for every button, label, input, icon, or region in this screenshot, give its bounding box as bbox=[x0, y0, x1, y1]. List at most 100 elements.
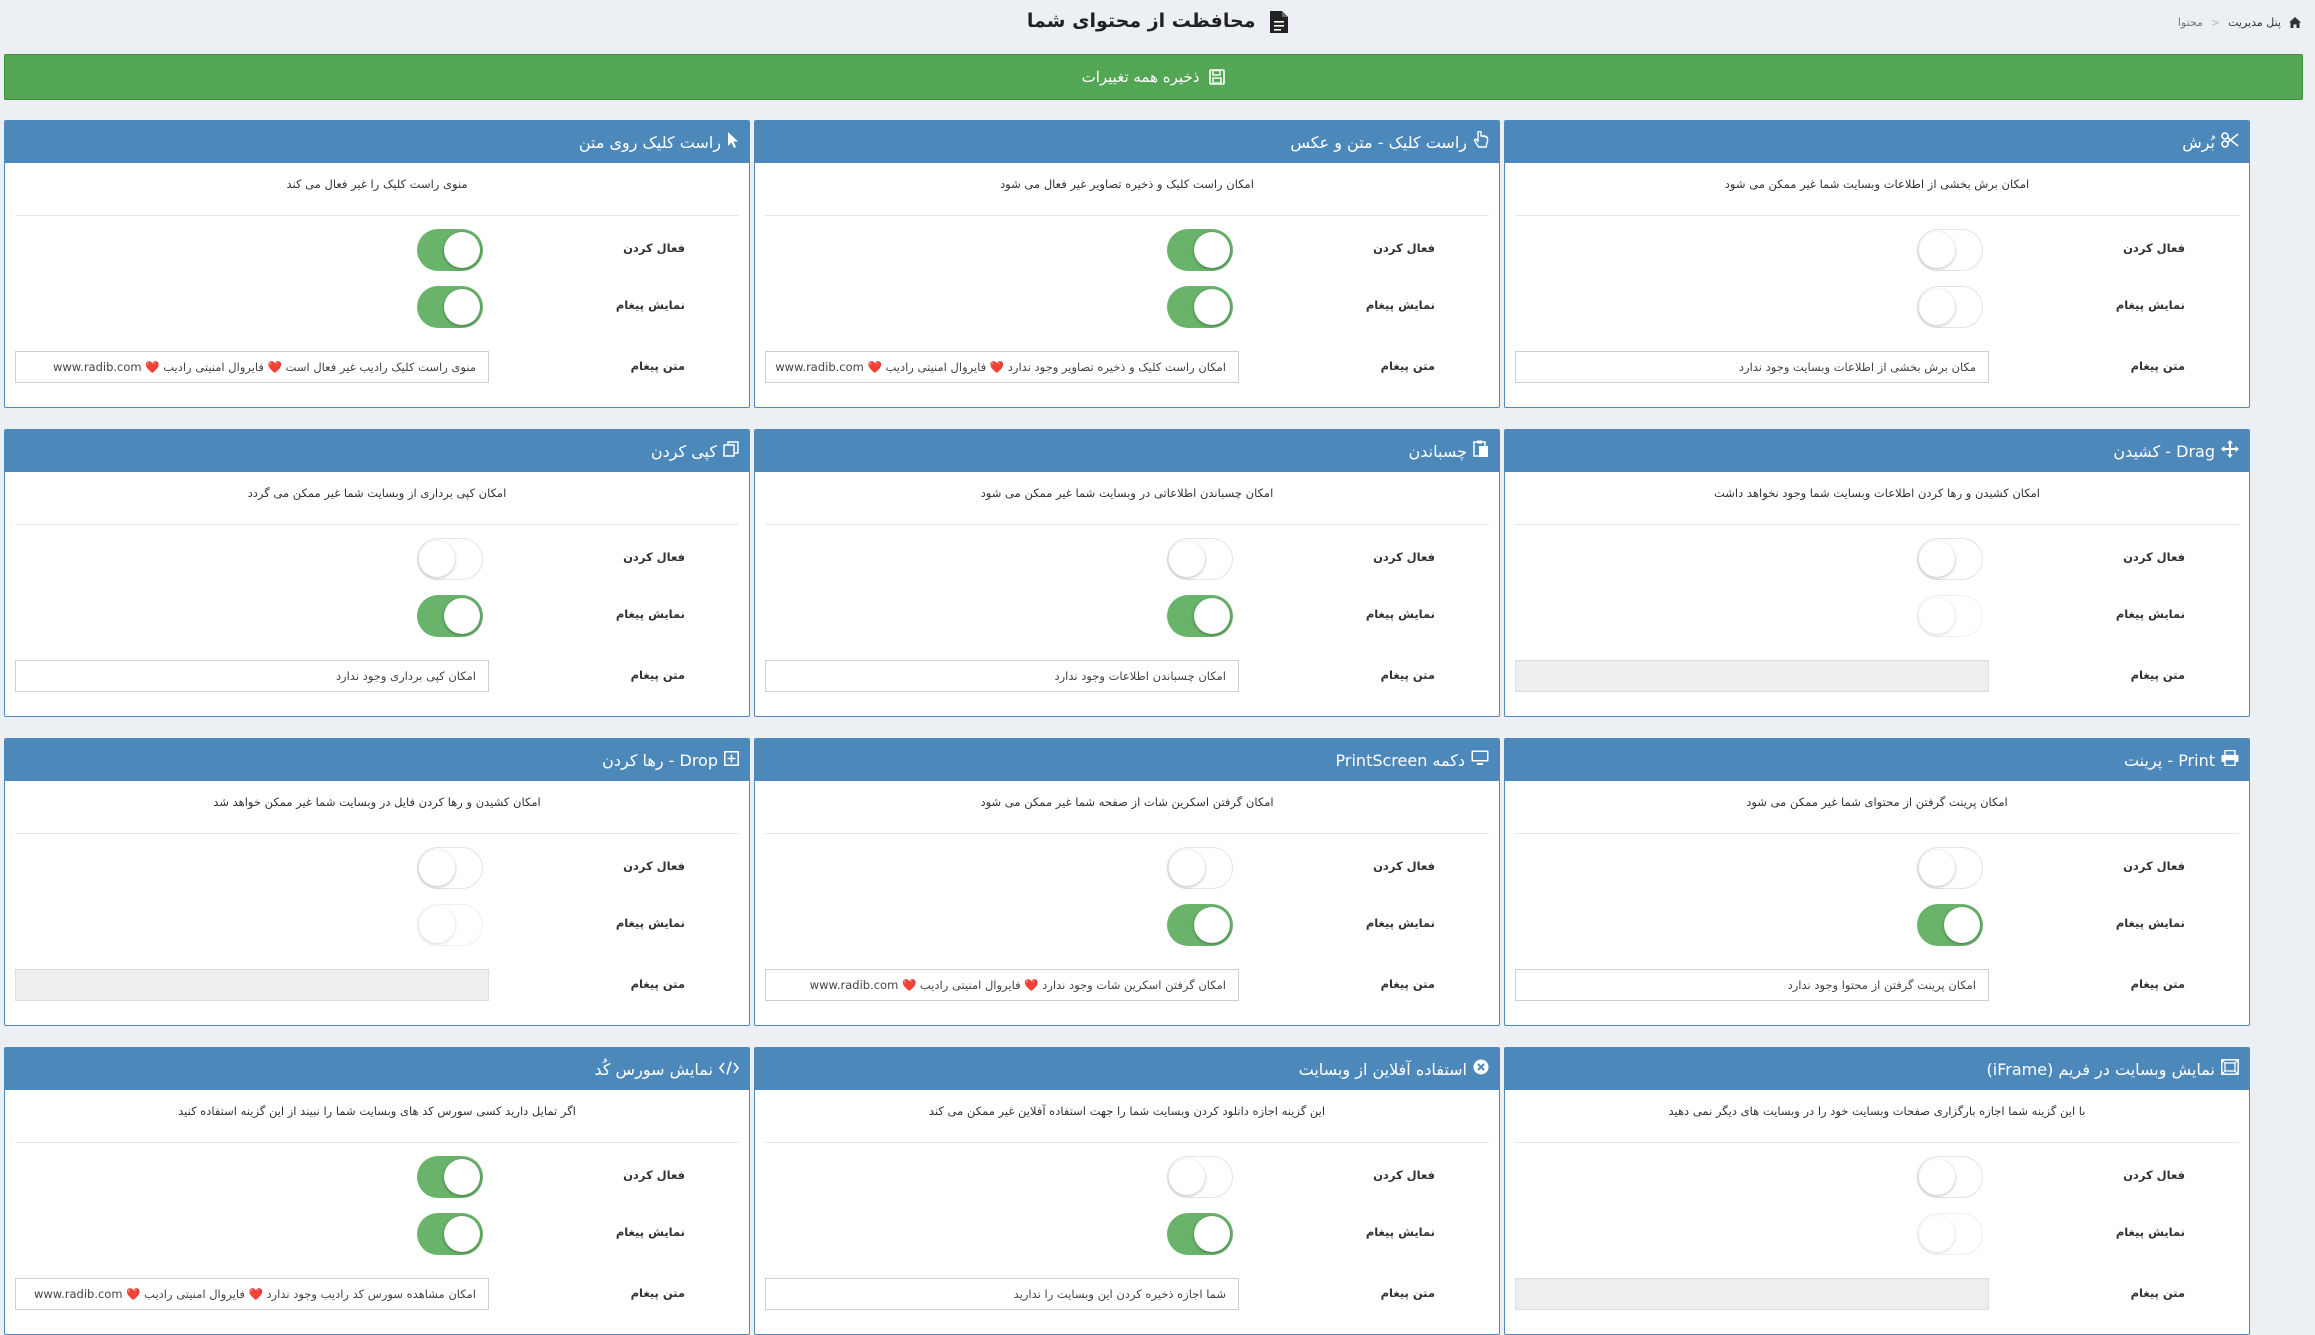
divider bbox=[765, 524, 1489, 525]
setting-card: Print - پرینت امکان پرینت گرفتن از محتوای… bbox=[1504, 738, 2250, 1026]
monitor-icon bbox=[1471, 750, 1489, 770]
divider bbox=[1515, 524, 2239, 525]
enable-toggle[interactable] bbox=[1167, 1156, 1233, 1198]
show-message-toggle[interactable] bbox=[1167, 1213, 1233, 1255]
card-title: Drag - کشیدن bbox=[2113, 441, 2215, 461]
message-text-input[interactable]: منوی راست کلیک رادیب غیر فعال است ❤️ فای… bbox=[15, 351, 489, 383]
enable-label: فعال کردن bbox=[2123, 241, 2185, 255]
setting-card: کپی کردن امکان کپی برداری از وبسایت شما غ… bbox=[4, 429, 750, 717]
message-text-input[interactable]: امکان راست کلیک و ذخیره تصاویر وجود ندار… bbox=[765, 351, 1239, 383]
card-description: امکان برش بخشی از اطلاعات وبسایت شما غیر… bbox=[1724, 177, 2030, 191]
toggle-knob bbox=[419, 541, 455, 577]
show-message-label: نمایش پیغام bbox=[1365, 298, 1435, 312]
divider bbox=[15, 524, 739, 525]
enable-toggle[interactable] bbox=[1167, 538, 1233, 580]
hand-pointer-icon bbox=[1473, 130, 1489, 153]
show-message-toggle[interactable] bbox=[417, 595, 483, 637]
divider bbox=[765, 215, 1489, 216]
show-message-label: نمایش پیغام bbox=[2115, 1225, 2185, 1239]
message-text-input[interactable] bbox=[15, 969, 489, 1001]
card-header: Print - پرینت bbox=[1505, 739, 2249, 781]
card-title: نمایش سورس کُد bbox=[594, 1059, 713, 1079]
enable-label: فعال کردن bbox=[623, 859, 685, 873]
show-message-label: نمایش پیغام bbox=[1365, 607, 1435, 621]
show-message-toggle[interactable] bbox=[1917, 286, 1983, 328]
enable-toggle[interactable] bbox=[1917, 847, 1983, 889]
show-message-toggle[interactable] bbox=[1167, 286, 1233, 328]
message-text-input[interactable]: امکان کپی برداری وجود ندارد bbox=[15, 660, 489, 692]
show-message-label: نمایش پیغام bbox=[615, 916, 685, 930]
enable-toggle[interactable] bbox=[417, 229, 483, 271]
card-title: راست کلیک - متن و عکس bbox=[1290, 132, 1467, 152]
enable-toggle[interactable] bbox=[1917, 229, 1983, 271]
show-message-label: نمایش پیغام bbox=[1365, 916, 1435, 930]
card-title: نمایش وبسایت در فریم (iFrame) bbox=[1986, 1059, 2215, 1079]
message-text-input[interactable]: امکان چسباندن اطلاعات وجود ندارد bbox=[765, 660, 1239, 692]
toggle-knob bbox=[1169, 1159, 1205, 1195]
card-header: Drag - کشیدن bbox=[1505, 430, 2249, 472]
divider bbox=[765, 1142, 1489, 1143]
toggle-knob bbox=[444, 232, 480, 268]
setting-card: Drop - رها کردن امکان کشیدن و رها کردن فا… bbox=[4, 738, 750, 1026]
setting-card: راست کلیک - متن و عکس امکان راست کلیک و ذ… bbox=[754, 120, 1500, 408]
show-message-toggle[interactable] bbox=[1917, 595, 1983, 637]
divider bbox=[15, 833, 739, 834]
show-message-toggle[interactable] bbox=[1167, 595, 1233, 637]
message-text-input[interactable]: مکان برش بخشی از اطلاعات وبسایت وجود ندا… bbox=[1515, 351, 1989, 383]
enable-toggle[interactable] bbox=[1917, 1156, 1983, 1198]
card-header: کپی کردن bbox=[5, 430, 749, 472]
show-message-toggle[interactable] bbox=[1917, 1213, 1983, 1255]
printer-icon bbox=[2221, 749, 2239, 770]
message-text-input[interactable]: شما اجازه ذخیره کردن این وبسایت را نداری… bbox=[765, 1278, 1239, 1310]
message-text-label: متن پیغام bbox=[630, 668, 685, 682]
enable-toggle[interactable] bbox=[417, 1156, 483, 1198]
message-text-input[interactable]: امکان مشاهده سورس کد رادیب وجود ندارد ❤️… bbox=[15, 1278, 489, 1310]
toggle-knob bbox=[1944, 907, 1980, 943]
card-description: امکان کشیدن و رها کردن فایل در وبسایت شم… bbox=[213, 795, 541, 809]
enable-toggle[interactable] bbox=[1167, 847, 1233, 889]
message-text-input[interactable]: امکان گرفتن اسکرین شات وجود ندارد ❤️ فای… bbox=[765, 969, 1239, 1001]
card-header: بُرش bbox=[1505, 121, 2249, 163]
card-description: منوی راست کلیک را غیر فعال می کند bbox=[286, 177, 468, 191]
message-text-input[interactable] bbox=[1515, 1278, 1989, 1310]
show-message-toggle[interactable] bbox=[417, 904, 483, 946]
enable-toggle[interactable] bbox=[417, 538, 483, 580]
show-message-toggle[interactable] bbox=[417, 1213, 483, 1255]
message-text-label: متن پیغام bbox=[1380, 359, 1435, 373]
show-message-toggle[interactable] bbox=[1917, 904, 1983, 946]
message-text-label: متن پیغام bbox=[1380, 668, 1435, 682]
card-title: بُرش bbox=[2182, 132, 2215, 152]
page-title: محافظت از محتوای شما bbox=[1026, 10, 1256, 32]
save-all-label: ذخیره همه تغییرات bbox=[1081, 68, 1200, 86]
show-message-toggle[interactable] bbox=[1167, 904, 1233, 946]
card-header: دکمه PrintScreen bbox=[755, 739, 1499, 781]
show-message-toggle[interactable] bbox=[417, 286, 483, 328]
toggle-knob bbox=[1169, 541, 1205, 577]
setting-card: دکمه PrintScreen امکان گرفتن اسکرین شات ا… bbox=[754, 738, 1500, 1026]
save-all-button[interactable]: ذخیره همه تغییرات bbox=[4, 54, 2303, 100]
setting-card: استفاده آفلاین از وبسایت این گزینه اجازه … bbox=[754, 1047, 1500, 1335]
message-text-input[interactable] bbox=[1515, 660, 1989, 692]
enable-toggle[interactable] bbox=[1167, 229, 1233, 271]
card-header: راست کلیک - متن و عکس bbox=[755, 121, 1499, 163]
card-description: امکان چسباندن اطلاعاتی در وبسایت شما غیر… bbox=[980, 486, 1274, 500]
divider bbox=[15, 1142, 739, 1143]
move-icon bbox=[2221, 440, 2239, 462]
card-title: Drop - رها کردن bbox=[602, 750, 718, 770]
enable-label: فعال کردن bbox=[2123, 1168, 2185, 1182]
message-text-label: متن پیغام bbox=[630, 359, 685, 373]
save-icon bbox=[1209, 69, 1226, 85]
card-description: امکان راست کلیک و ذخیره تصاویر غیر فعال … bbox=[1000, 177, 1254, 191]
card-header: راست کلیک روی متن bbox=[5, 121, 749, 163]
card-description: امکان گرفتن اسکرین شات از صفحه شما غیر م… bbox=[980, 795, 1274, 809]
toggle-knob bbox=[1919, 232, 1955, 268]
card-description: اگر تمایل دارید کسی سورس کد های وبسایت ش… bbox=[178, 1104, 576, 1118]
enable-toggle[interactable] bbox=[417, 847, 483, 889]
card-description: امکان کشیدن و رها کردن اطلاعات وبسایت شم… bbox=[1714, 486, 2040, 500]
message-text-input[interactable]: امکان پرینت گرفتن از محتوا وجود ندارد bbox=[1515, 969, 1989, 1001]
setting-card: نمایش سورس کُد اگر تمایل دارید کسی سورس ک… bbox=[4, 1047, 750, 1335]
divider bbox=[1515, 215, 2239, 216]
show-message-label: نمایش پیغام bbox=[2115, 916, 2185, 930]
toggle-knob bbox=[1919, 1159, 1955, 1195]
enable-toggle[interactable] bbox=[1917, 538, 1983, 580]
